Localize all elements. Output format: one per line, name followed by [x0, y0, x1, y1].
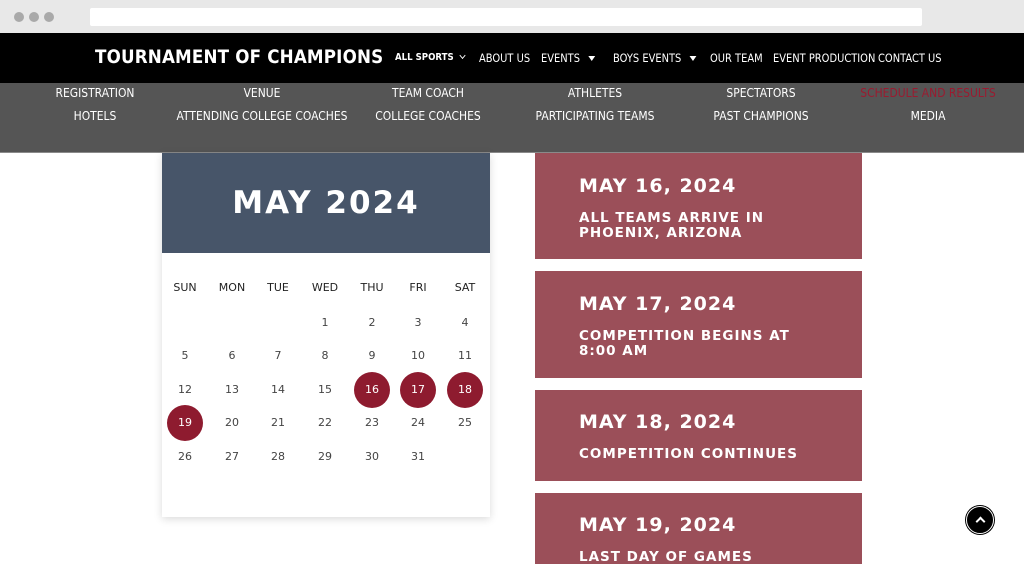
calendar-day[interactable]: 6	[214, 338, 250, 374]
event-date: MAY 16, 2024	[579, 175, 737, 197]
window-dot-icon	[14, 12, 24, 22]
subnav-registration[interactable]: REGISTRATION	[56, 85, 135, 100]
nav-our-team[interactable]: OUR TEAM	[710, 51, 763, 65]
event-description: COMPETITION BEGINS AT 8:00 AM	[579, 328, 790, 359]
weekday-label: WED	[311, 281, 339, 294]
nav-label: BOYS EVENTS	[613, 51, 682, 65]
calendar-month-title: MAY 2024	[232, 185, 420, 221]
calendar-card: MAY 2024 SUN MON TUE WED THU FRI SAT 1 2 3 4 5 6 7 8 9 1…	[162, 153, 490, 517]
calendar-day[interactable]: 12	[167, 372, 203, 408]
nav-label: EVENTS	[541, 51, 580, 65]
chevron-down-icon	[459, 51, 466, 60]
site-logo[interactable]: TOURNAMENT OF CHAMPIONS	[95, 46, 383, 68]
event-card: MAY 16, 2024 ALL TEAMS ARRIVE IN PHOENIX…	[535, 153, 862, 259]
calendar-day[interactable]: 28	[260, 439, 296, 475]
calendar-header: MAY 2024	[162, 153, 490, 253]
subnav-spectators[interactable]: SPECTATORS	[726, 85, 795, 100]
nav-label: ALL SPORTS	[395, 52, 454, 63]
weekday-label: THU	[360, 281, 384, 294]
event-card: MAY 19, 2024 LAST DAY OF GAMES	[535, 493, 862, 565]
weekday-label: SUN	[173, 281, 197, 294]
calendar-day[interactable]: 4	[447, 305, 483, 341]
weekday-label: SAT	[454, 281, 476, 294]
event-date: MAY 18, 2024	[579, 411, 737, 433]
nav-about-us[interactable]: ABOUT US	[479, 51, 530, 65]
calendar-day[interactable]: 7	[260, 338, 296, 374]
weekday-label: TUE	[267, 281, 289, 294]
window-dot-icon	[29, 12, 39, 22]
event-date: MAY 19, 2024	[579, 514, 737, 536]
event-card: MAY 18, 2024 COMPETITION CONTINUES	[535, 390, 862, 481]
calendar-day[interactable]: 22	[307, 405, 343, 441]
nav-boys-events[interactable]: BOYS EVENTS	[613, 51, 697, 65]
calendar-day[interactable]: 19	[167, 405, 203, 441]
caret-down-icon	[588, 56, 596, 61]
calendar-day[interactable]: 26	[167, 439, 203, 475]
top-nav: TOURNAMENT OF CHAMPIONS ALL SPORTS ABOUT…	[0, 33, 1024, 83]
event-description: COMPETITION CONTINUES	[579, 446, 798, 462]
calendar-day[interactable]: 15	[307, 372, 343, 408]
calendar-day[interactable]: 17	[400, 372, 436, 408]
window-dot-icon	[44, 12, 54, 22]
calendar-day[interactable]: 13	[214, 372, 250, 408]
subnav-college-coaches[interactable]: COLLEGE COACHES	[375, 108, 480, 123]
calendar-day[interactable]: 10	[400, 338, 436, 374]
calendar-day[interactable]: 9	[354, 338, 390, 374]
calendar-day[interactable]: 2	[354, 305, 390, 341]
calendar-day[interactable]: 27	[214, 439, 250, 475]
subnav-athletes[interactable]: ATHLETES	[568, 85, 622, 100]
calendar-day[interactable]: 8	[307, 338, 343, 374]
subnav-schedule-and-results[interactable]: SCHEDULE AND RESULTS	[860, 85, 996, 100]
calendar-day[interactable]: 30	[354, 439, 390, 475]
subnav-venue[interactable]: VENUE	[244, 85, 281, 100]
event-card: MAY 17, 2024 COMPETITION BEGINS AT 8:00 …	[535, 271, 862, 378]
weekday-label: FRI	[409, 281, 427, 294]
subnav-media[interactable]: MEDIA	[911, 108, 946, 123]
calendar-day[interactable]: 25	[447, 405, 483, 441]
subnav-past-champions[interactable]: PAST CHAMPIONS	[713, 108, 808, 123]
nav-event-production[interactable]: EVENT PRODUCTION	[773, 51, 875, 65]
calendar-day[interactable]: 21	[260, 405, 296, 441]
calendar-day[interactable]: 11	[447, 338, 483, 374]
subnav-attending-college-coaches[interactable]: ATTENDING COLLEGE COACHES	[177, 108, 348, 123]
calendar-day[interactable]: 23	[354, 405, 390, 441]
subnav-hotels[interactable]: HOTELS	[74, 108, 117, 123]
caret-down-icon	[689, 56, 697, 61]
chevron-up-icon	[975, 516, 986, 527]
calendar-day[interactable]: 3	[400, 305, 436, 341]
calendar-day[interactable]: 31	[400, 439, 436, 475]
nav-events[interactable]: EVENTS	[541, 51, 596, 65]
nav-contact-us[interactable]: CONTACT US	[878, 51, 942, 65]
calendar-day[interactable]: 14	[260, 372, 296, 408]
event-description: ALL TEAMS ARRIVE IN PHOENIX, ARIZONA	[579, 210, 765, 241]
subnav-team-coach[interactable]: TEAM COACH	[392, 85, 464, 100]
calendar-day[interactable]: 20	[214, 405, 250, 441]
browser-chrome	[0, 0, 1024, 33]
calendar-day[interactable]: 24	[400, 405, 436, 441]
calendar-day[interactable]: 5	[167, 338, 203, 374]
event-date: MAY 17, 2024	[579, 293, 737, 315]
calendar-day[interactable]: 18	[447, 372, 483, 408]
sub-nav: REGISTRATION VENUE TEAM COACH ATHLETES S…	[0, 83, 1024, 153]
calendar-day[interactable]: 16	[354, 372, 390, 408]
calendar-day[interactable]: 29	[307, 439, 343, 475]
nav-all-sports[interactable]: ALL SPORTS	[395, 51, 466, 63]
address-bar[interactable]	[90, 8, 922, 26]
calendar-day[interactable]: 1	[307, 305, 343, 341]
weekday-label: MON	[218, 281, 246, 294]
scroll-to-top-button[interactable]	[966, 506, 994, 534]
event-description: LAST DAY OF GAMES	[579, 549, 753, 565]
subnav-participating-teams[interactable]: PARTICIPATING TEAMS	[536, 108, 655, 123]
